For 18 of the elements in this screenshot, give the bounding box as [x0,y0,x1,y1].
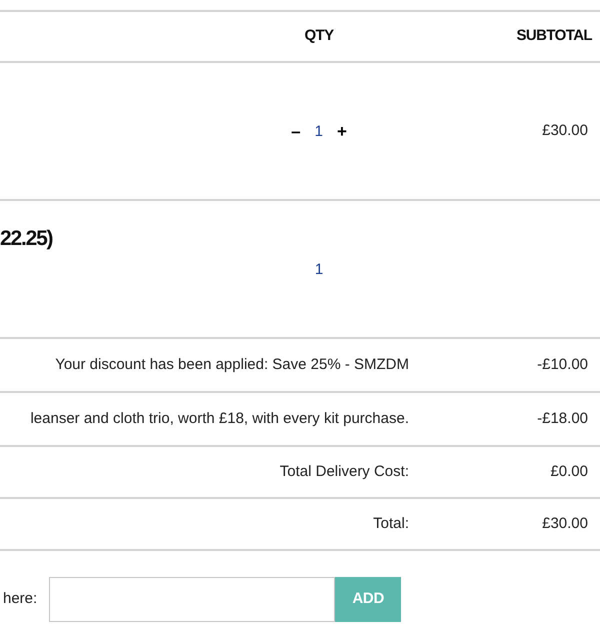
promo-code-field[interactable] [49,577,336,622]
increase-button[interactable]: + [334,122,349,140]
summary-label: Total Delivery Cost: [280,462,409,480]
summary-amount: £30.00 [542,514,588,532]
summary-label: leanser and cloth trio, worth £18, with every kit purchase. [30,410,409,427]
promo-code-label: here: [3,589,38,610]
product-title: 22.25) [0,227,52,250]
quantity-value: 1 [314,124,323,138]
summary-label: Your discount has been applied: Save 25% - SMZDM [55,356,409,373]
quantity-value: 1 [314,262,324,276]
summary-label: Total: [373,514,409,532]
subtotal-column-header: SUBTOTAL [516,27,592,44]
qty-column-header: QTY [304,27,334,44]
subtotal-value: £30.00 [542,120,588,141]
summary-amount: -£18.00 [537,410,588,427]
summary-amount: £0.00 [550,462,588,480]
summary-amount: -£10.00 [537,356,588,373]
decrease-button[interactable]: – [289,122,303,140]
